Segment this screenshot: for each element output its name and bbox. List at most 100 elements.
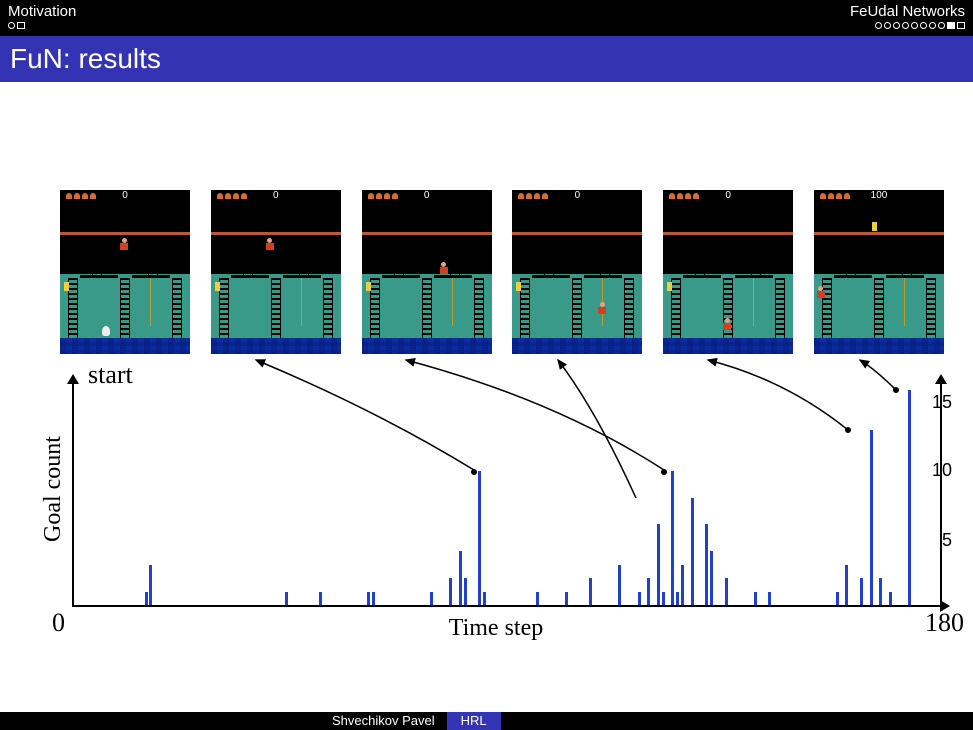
- progress-dot[interactable]: [911, 22, 918, 29]
- chart-bar: [671, 471, 674, 605]
- key-icon: [872, 222, 877, 231]
- game-frame: 100: [814, 190, 944, 354]
- progress-dot[interactable]: [938, 22, 945, 29]
- progress-dot[interactable]: [957, 22, 965, 29]
- chart-bar: [367, 592, 370, 605]
- chart-bar: [536, 592, 539, 605]
- chart-bar: [860, 578, 863, 605]
- player-sprite: [817, 286, 825, 298]
- arrow-up-icon: [67, 374, 79, 384]
- slide-title-bar: FuN: results: [0, 36, 973, 82]
- nav-section-right[interactable]: FeUdal Networks: [850, 3, 965, 20]
- chart-bar: [589, 578, 592, 605]
- progress-dot[interactable]: [893, 22, 900, 29]
- chart-bar: [372, 592, 375, 605]
- chart-bar: [662, 592, 665, 605]
- chart-bar: [710, 551, 713, 605]
- chart-bar: [845, 565, 848, 605]
- nav-section-left[interactable]: Motivation: [8, 3, 76, 20]
- slide-content: 0 0 0: [0, 82, 973, 712]
- key-icon: [516, 282, 521, 291]
- skull-sprite: [102, 326, 110, 336]
- arrow-up-icon: [935, 374, 947, 384]
- chart-bar: [464, 578, 467, 605]
- chart-bar: [638, 592, 641, 605]
- chart-y-axis-right: [940, 382, 942, 607]
- progress-dot[interactable]: [920, 22, 927, 29]
- chart-bar: [483, 592, 486, 605]
- chart-bar: [754, 592, 757, 605]
- progress-dot[interactable]: [875, 22, 882, 29]
- chart-bar: [705, 524, 708, 605]
- footer-author: Shvechikov Pavel: [320, 712, 447, 730]
- chart-bar: [430, 592, 433, 605]
- section-nav-bar: Motivation FeUdal Networks: [0, 0, 973, 36]
- game-score: 0: [362, 190, 492, 204]
- progress-dot[interactable]: [929, 22, 936, 29]
- chart-bar: [618, 565, 621, 605]
- key-icon: [667, 282, 672, 291]
- chart-xtick: 180: [925, 608, 964, 638]
- game-score: 0: [60, 190, 190, 204]
- goal-count-chart: Goal count Time step 0 180 15 10 5: [36, 382, 956, 652]
- slide-title: FuN: results: [10, 43, 161, 75]
- chart-bar: [691, 498, 694, 606]
- game-frame: 0: [60, 190, 190, 354]
- chart-x-axis-label: Time step: [449, 615, 543, 642]
- slide-footer: Shvechikov Pavel HRL: [0, 712, 973, 730]
- game-frame: 0: [663, 190, 793, 354]
- game-score: 0: [512, 190, 642, 204]
- chart-ytick: 10: [932, 460, 952, 481]
- game-frame: 0: [362, 190, 492, 354]
- game-score: 100: [814, 190, 944, 204]
- chart-bar: [879, 578, 882, 605]
- key-icon: [215, 282, 220, 291]
- chart-bar: [459, 551, 462, 605]
- chart-ytick: 5: [942, 530, 952, 551]
- chart-bar: [145, 592, 148, 605]
- key-icon: [64, 282, 69, 291]
- chart-bar: [725, 578, 728, 605]
- chart-bar: [565, 592, 568, 605]
- chart-x-axis: [72, 605, 942, 607]
- chart-bar: [647, 578, 650, 605]
- chart-bar: [149, 565, 152, 605]
- game-frames-row: 0 0 0: [60, 190, 944, 354]
- chart-bar: [681, 565, 684, 605]
- player-sprite: [266, 238, 274, 250]
- chart-bar: [889, 592, 892, 605]
- chart-bar: [870, 430, 873, 605]
- player-sprite: [723, 318, 731, 330]
- key-icon: [366, 282, 371, 291]
- game-score: 0: [663, 190, 793, 204]
- chart-bar: [768, 592, 771, 605]
- chart-y-axis-label: Goal count: [40, 436, 67, 542]
- player-sprite: [440, 262, 448, 274]
- progress-dot[interactable]: [884, 22, 891, 29]
- chart-y-axis: [72, 382, 74, 607]
- chart-bar: [676, 592, 679, 605]
- chart-bar: [285, 592, 288, 605]
- player-sprite: [598, 302, 606, 314]
- progress-dot[interactable]: [902, 22, 909, 29]
- chart-bar: [478, 471, 481, 605]
- chart-bar: [836, 592, 839, 605]
- chart-bar: [449, 578, 452, 605]
- footer-topic: HRL: [447, 712, 501, 730]
- nav-progress-left: [8, 22, 76, 29]
- progress-dot-current[interactable]: [947, 22, 955, 29]
- chart-bar: [657, 524, 660, 605]
- chart-ytick: 15: [932, 392, 952, 413]
- progress-dot[interactable]: [17, 22, 25, 29]
- chart-plot-area: 15 10 5: [72, 382, 942, 607]
- game-frame: 0: [211, 190, 341, 354]
- nav-progress-right: [875, 22, 965, 29]
- chart-bar: [908, 390, 911, 605]
- game-score: 0: [211, 190, 341, 204]
- player-sprite: [120, 238, 128, 250]
- chart-bar: [319, 592, 322, 605]
- chart-xtick: 0: [52, 608, 65, 638]
- arrow-right-icon: [940, 600, 950, 612]
- progress-dot[interactable]: [8, 22, 15, 29]
- game-frame: 0: [512, 190, 642, 354]
